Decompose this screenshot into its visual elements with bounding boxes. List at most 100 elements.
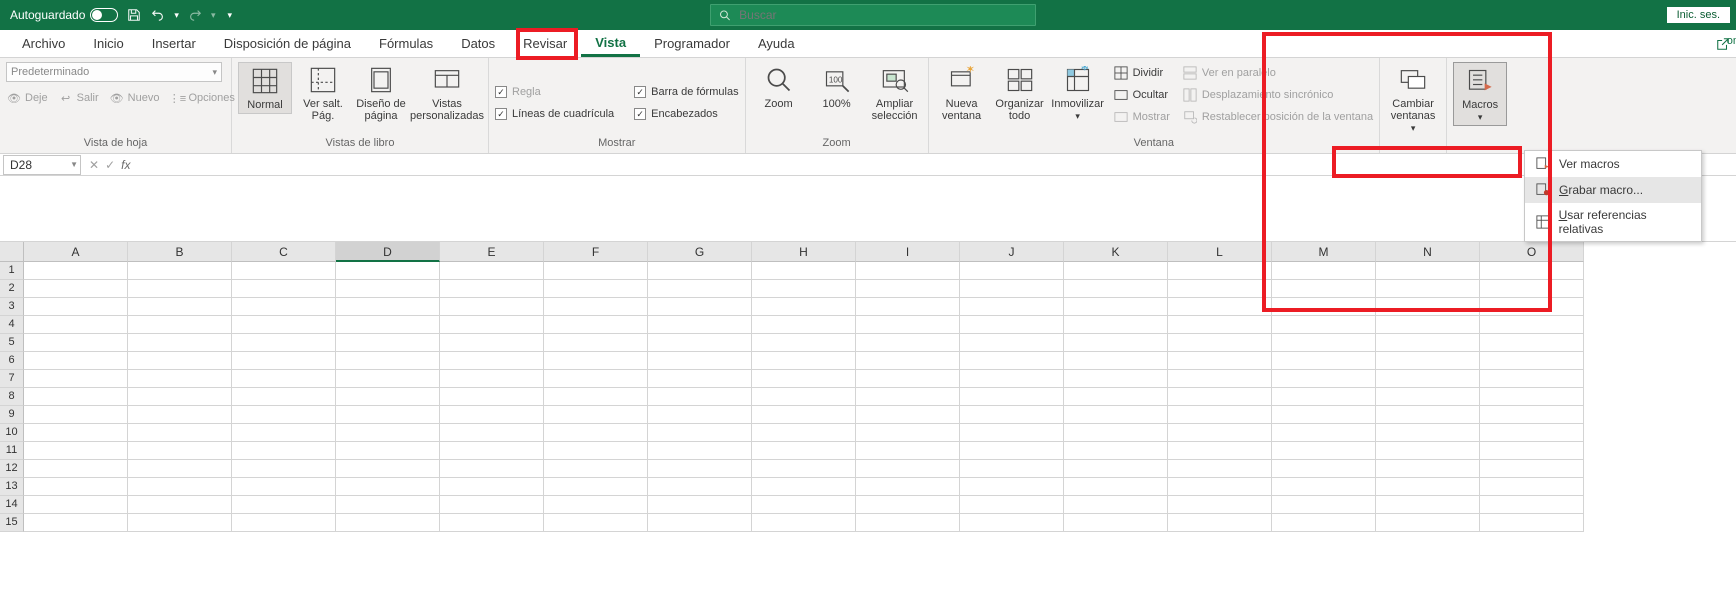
row-header[interactable]: 13 [0,478,24,496]
cell[interactable] [960,316,1064,334]
cell[interactable] [1272,442,1376,460]
cell[interactable] [440,370,544,388]
cell[interactable] [1064,262,1168,280]
cell[interactable] [232,280,336,298]
cell[interactable] [128,478,232,496]
cell[interactable] [648,280,752,298]
freeze-button[interactable]: ❄ Inmovilizar▾ [1051,62,1105,124]
cell[interactable] [24,352,128,370]
cell[interactable] [336,442,440,460]
cell[interactable] [648,370,752,388]
col-header[interactable]: E [440,242,544,262]
cell[interactable] [856,478,960,496]
cell[interactable] [440,478,544,496]
tab-inicio[interactable]: Inicio [79,30,137,57]
cell[interactable] [960,280,1064,298]
cell[interactable] [1480,370,1584,388]
cell[interactable] [24,262,128,280]
cell[interactable] [752,262,856,280]
view-custom-button[interactable]: Vistas personalizadas [412,62,482,124]
view-normal-button[interactable]: Normal [238,62,292,114]
cell[interactable] [960,352,1064,370]
cell[interactable] [128,370,232,388]
cell[interactable] [1376,496,1480,514]
macros-view-item[interactable]: Ver macros [1525,151,1701,177]
tab-insertar[interactable]: Insertar [138,30,210,57]
cell[interactable] [752,460,856,478]
cell[interactable] [440,388,544,406]
cell[interactable] [336,334,440,352]
cell[interactable] [1168,280,1272,298]
cell[interactable] [128,298,232,316]
cell[interactable] [1064,442,1168,460]
row-header[interactable]: 10 [0,424,24,442]
cell[interactable] [752,406,856,424]
cell[interactable] [440,442,544,460]
cell[interactable] [440,280,544,298]
row-header[interactable]: 6 [0,352,24,370]
cell[interactable] [1168,406,1272,424]
check-headings[interactable]: ✓Encabezados [634,104,738,124]
col-header[interactable]: M [1272,242,1376,262]
cell[interactable] [232,406,336,424]
cell[interactable] [1480,280,1584,298]
cell[interactable] [960,424,1064,442]
cell[interactable] [336,514,440,532]
cell[interactable] [128,316,232,334]
cell[interactable] [1480,514,1584,532]
cell[interactable] [752,370,856,388]
cell[interactable] [1376,280,1480,298]
cell[interactable] [1376,262,1480,280]
cell[interactable] [232,478,336,496]
cell[interactable] [24,280,128,298]
split-button[interactable]: Dividir [1113,63,1170,83]
col-header[interactable]: K [1064,242,1168,262]
cell[interactable] [24,298,128,316]
zoom-selection-button[interactable]: Ampliar selección [868,62,922,124]
cell[interactable] [1272,496,1376,514]
cell[interactable] [1168,460,1272,478]
zoom-100-button[interactable]: 100 100% [810,62,864,112]
row-header[interactable]: 11 [0,442,24,460]
cell[interactable] [544,460,648,478]
cell[interactable] [544,424,648,442]
cell[interactable] [544,316,648,334]
cell[interactable] [1480,352,1584,370]
col-header[interactable]: D [336,242,440,262]
col-header[interactable]: G [648,242,752,262]
cell[interactable] [336,280,440,298]
cell[interactable] [24,334,128,352]
cell[interactable] [1168,316,1272,334]
qat-more-icon[interactable]: ▾ [227,10,232,21]
cell[interactable] [1064,280,1168,298]
cell[interactable] [128,334,232,352]
cell[interactable] [24,370,128,388]
cell[interactable] [1480,262,1584,280]
cell[interactable] [232,442,336,460]
cell[interactable] [128,424,232,442]
fx-icon[interactable]: fx [121,158,130,172]
col-header[interactable]: H [752,242,856,262]
cell[interactable] [1480,442,1584,460]
col-header[interactable]: J [960,242,1064,262]
cell[interactable] [128,514,232,532]
col-header[interactable]: I [856,242,960,262]
cell[interactable] [648,496,752,514]
cell[interactable] [856,442,960,460]
cell[interactable] [24,514,128,532]
undo-chevron-icon[interactable]: ▾ [174,10,179,21]
cell[interactable] [648,334,752,352]
cell[interactable] [544,442,648,460]
redo-icon[interactable] [187,7,203,23]
cell[interactable] [1480,406,1584,424]
cell[interactable] [544,370,648,388]
cell[interactable] [336,460,440,478]
macros-button[interactable]: Macros▾ [1453,62,1507,126]
cell[interactable] [232,496,336,514]
cell[interactable] [1376,460,1480,478]
cell[interactable] [1376,388,1480,406]
cell[interactable] [648,406,752,424]
undo-icon[interactable] [150,7,166,23]
cell[interactable] [128,280,232,298]
formula-input[interactable] [138,158,1736,172]
